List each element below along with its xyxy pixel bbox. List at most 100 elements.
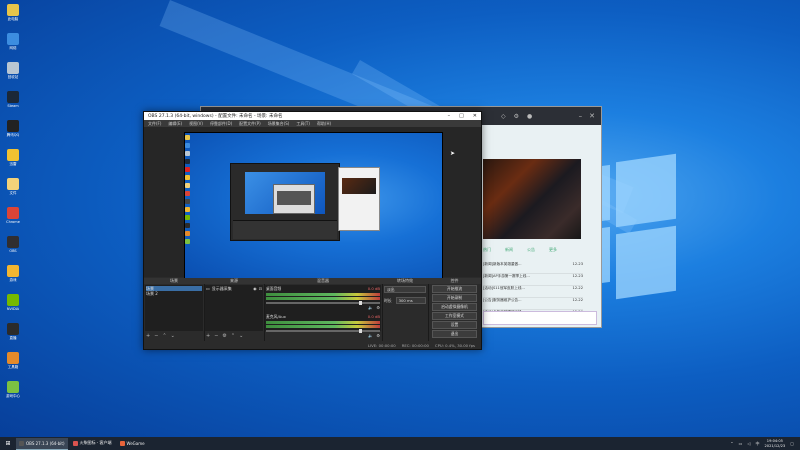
menu-item[interactable]: 场景集合(S) <box>268 121 290 127</box>
move-up-icon[interactable]: ⌃ <box>162 333 166 339</box>
volume-slider[interactable] <box>266 301 380 305</box>
news-item[interactable]: [新闻]新版本英雄重做... 12-23 <box>483 262 583 274</box>
toolbox-icon <box>7 352 19 364</box>
news-tab[interactable]: 新闻 <box>505 247 513 253</box>
desktop-icon[interactable]: 游戏 <box>2 265 24 283</box>
move-down-icon[interactable]: ⌄ <box>239 333 243 339</box>
clock[interactable]: 19:04:05 2021/12/23 <box>765 439 786 447</box>
menu-item[interactable]: 配置文件(P) <box>239 121 261 127</box>
launcher-input-bar[interactable] <box>483 311 597 325</box>
menu-item[interactable]: 视图(V) <box>189 121 203 127</box>
close-icon[interactable]: ✕ <box>473 113 477 119</box>
level-meter <box>266 325 380 328</box>
volume-slider-knob[interactable] <box>359 329 362 333</box>
chrome-icon <box>7 207 19 219</box>
desktop-icon[interactable]: 网络 <box>2 33 24 51</box>
taskbar-item[interactable]: WeGame <box>117 438 148 449</box>
news-item[interactable]: [新闻]AP手游第一赛季上线... 12-23 <box>483 274 583 286</box>
hero-banner-image[interactable] <box>483 159 581 239</box>
input-method-icon[interactable]: 中 <box>756 441 760 447</box>
news-tab[interactable]: 公告 <box>527 247 535 253</box>
control-button[interactable]: 启动虚拟摄像机 <box>432 303 477 311</box>
transition-select[interactable]: 淡出 <box>384 286 426 293</box>
news-tab[interactable]: 热门 <box>483 247 491 253</box>
desktop-icon[interactable]: 此电脑 <box>2 4 24 22</box>
desktop-icon[interactable]: 回收站 <box>2 62 24 80</box>
obs-icon <box>7 236 19 248</box>
taskbar-item[interactable]: OBS 27.1.3 (64-bit) <box>16 437 68 450</box>
menu-item[interactable]: 文件(F) <box>148 121 161 127</box>
desktop-icon[interactable]: 工具箱 <box>2 352 24 370</box>
menu-item[interactable]: 编辑(E) <box>168 121 182 127</box>
steam-icon <box>7 91 19 103</box>
gear-icon[interactable]: ⚙ <box>222 333 226 339</box>
rec-status: REC: 00:00:00 <box>401 343 429 348</box>
volume-icon[interactable]: ◁ <box>747 441 750 446</box>
add-icon[interactable]: + <box>146 333 150 339</box>
preview-canvas[interactable] <box>184 132 443 280</box>
volume-slider[interactable] <box>266 329 380 333</box>
menu-item[interactable]: 帮助(H) <box>317 121 331 127</box>
menu-item[interactable]: 工具(T) <box>296 121 310 127</box>
control-button[interactable]: 设置 <box>432 321 477 329</box>
duration-input[interactable]: 300 ms <box>395 297 426 304</box>
move-down-icon[interactable]: ⌄ <box>171 333 175 339</box>
obs-window[interactable]: OBS 27.1.3 (64-bit, windows) - 配置文件: 未命名… <box>143 111 482 350</box>
menu-item[interactable]: 停靠部件(D) <box>210 121 232 127</box>
control-button[interactable]: 工作室模式 <box>432 312 477 320</box>
desktop-icon[interactable]: Chrome <box>2 207 24 224</box>
gift-icon[interactable]: ◇ <box>501 113 506 120</box>
channel-name: 麦克风/Aux <box>266 314 286 319</box>
desktop-icon[interactable]: 直播 <box>2 323 24 341</box>
desktop-icon[interactable]: NVIDIA <box>2 294 24 311</box>
taskbar-item[interactable]: 火柴图标 - 客户端 <box>70 438 115 449</box>
gear-icon[interactable]: ⚙ <box>376 305 380 310</box>
obs-docks: 场景 场景 场景 2 + − ⌃ ⌄ 来源 ▭ 显示器采集 ◉ ⊡ + − ⚙ ⌃ ⌄ … <box>144 278 481 349</box>
desktop-icon[interactable]: 迅雷 <box>2 149 24 167</box>
news-item[interactable]: [活动]S11冠军皮肤上线... 12-22 <box>483 286 583 298</box>
desktop-icon[interactable]: OBS <box>2 236 24 253</box>
gear-icon[interactable]: ⚙ <box>376 333 380 338</box>
source-item[interactable]: ▭ 显示器采集 ◉ ⊡ <box>206 286 262 291</box>
notification-icon[interactable]: ▢ <box>790 441 794 446</box>
add-icon[interactable]: + <box>206 333 210 339</box>
news-tab[interactable]: 更多 <box>549 247 557 253</box>
news-title: [新闻]AP手游第一赛季上线... <box>483 274 530 278</box>
controls-dock: 控件 开始推流 开始录制 启动虚拟摄像机 工作室模式 设置 退出 <box>428 278 481 341</box>
obs-titlebar[interactable]: OBS 27.1.3 (64-bit, windows) - 配置文件: 未命名… <box>144 112 481 120</box>
maximize-icon[interactable]: □ <box>459 113 464 119</box>
start-button-icon[interactable]: ⊞ <box>0 440 16 447</box>
minimize-icon[interactable]: – <box>448 113 451 119</box>
recycle-bin-icon <box>7 62 19 74</box>
network-icon[interactable]: ▭ <box>739 441 743 446</box>
desktop-icon[interactable]: Steam <box>2 91 24 108</box>
volume-slider-knob[interactable] <box>359 301 362 305</box>
speaker-icon[interactable]: 🔈 <box>368 333 373 338</box>
desktop-icon[interactable]: 文件 <box>2 178 24 196</box>
desktop-icon[interactable]: 游戏中心 <box>2 381 24 399</box>
qq-icon <box>7 120 19 132</box>
desktop-icon-label: 直播 <box>9 336 17 340</box>
minimize-icon[interactable]: – <box>579 112 583 120</box>
desktop-icon[interactable]: 腾讯QQ <box>2 120 24 138</box>
visibility-icon[interactable]: ◉ <box>253 286 257 291</box>
close-icon[interactable]: ✕ <box>589 112 595 120</box>
live-icon <box>7 323 19 335</box>
scene-item[interactable]: 场景 2 <box>146 291 202 296</box>
settings-icon[interactable]: ⚙ <box>514 113 519 120</box>
chevron-up-icon[interactable]: ⌃ <box>730 441 733 446</box>
control-button[interactable]: 退出 <box>432 330 477 338</box>
desktop-icon-label: 游戏 <box>9 278 17 282</box>
notification-icon[interactable]: ● <box>527 113 532 120</box>
news-tabs: 热门 新闻 公告 更多 <box>483 247 557 253</box>
speaker-icon[interactable]: 🔈 <box>368 305 373 310</box>
lock-icon[interactable]: ⊡ <box>259 286 262 291</box>
control-button[interactable]: 开始推流 <box>432 285 477 293</box>
control-button[interactable]: 开始录制 <box>432 294 477 302</box>
desktop-icon-label: 文件 <box>9 191 17 195</box>
preview-area[interactable]: ➤ <box>144 127 481 280</box>
news-item[interactable]: [公告]服务器维护公告... 12-22 <box>483 298 583 310</box>
remove-icon[interactable]: − <box>214 333 218 339</box>
remove-icon[interactable]: − <box>154 333 158 339</box>
move-up-icon[interactable]: ⌃ <box>231 333 235 339</box>
